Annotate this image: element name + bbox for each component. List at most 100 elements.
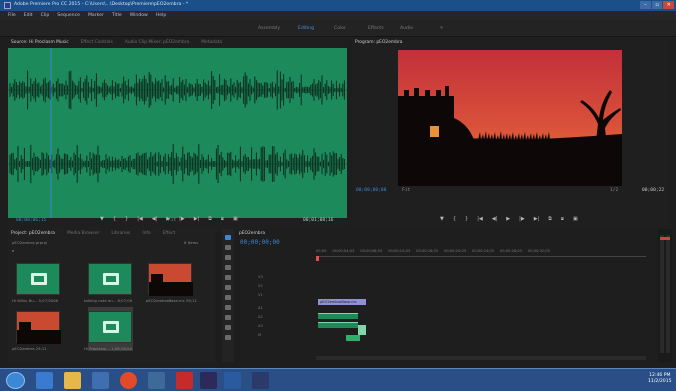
word-icon[interactable] xyxy=(224,372,241,389)
audio-clip[interactable] xyxy=(346,335,360,341)
mark-marker-button[interactable]: ▼ xyxy=(100,216,104,222)
pen-tool-icon[interactable] xyxy=(225,315,231,320)
program-resolution-dropdown[interactable]: 1/2 xyxy=(610,188,618,193)
app-red-icon[interactable] xyxy=(176,372,193,389)
project-item-thumbnail[interactable] xyxy=(16,263,60,295)
program-step-back-button[interactable]: ◀| xyxy=(492,216,498,222)
track-a1[interactable]: A1 xyxy=(240,306,660,313)
timeline-ruler[interactable]: 00;00 00;00;04;03 00;00;08;03 00;00;12;0… xyxy=(316,249,550,253)
rate-stretch-tool-icon[interactable] xyxy=(225,275,231,280)
tab-program[interactable]: Program: pEO2embra xyxy=(355,40,402,45)
close-button[interactable]: ✕ xyxy=(663,1,675,9)
start-button[interactable] xyxy=(6,372,25,389)
play-button[interactable]: ▶ xyxy=(166,216,170,222)
media-player-icon[interactable] xyxy=(92,372,109,389)
program-video-frame[interactable] xyxy=(398,50,622,186)
project-item-thumbnail[interactable] xyxy=(16,311,61,344)
step-forward-button[interactable]: |▶ xyxy=(179,216,185,222)
insert-button[interactable]: ⧉ xyxy=(208,216,212,222)
menu-sequence[interactable]: Sequence xyxy=(57,13,80,18)
zoom-tool-icon[interactable] xyxy=(225,335,231,340)
premiere-taskbar-icon[interactable] xyxy=(200,372,217,389)
menu-clip[interactable]: Clip xyxy=(41,13,50,18)
chrome-icon[interactable] xyxy=(120,372,137,389)
network-icon[interactable] xyxy=(148,372,165,389)
track-master[interactable]: M xyxy=(240,333,660,340)
lift-button[interactable]: ⧉ xyxy=(548,216,552,222)
program-mark-in-button[interactable]: { xyxy=(453,216,456,222)
program-fit-dropdown[interactable]: Fit xyxy=(402,188,410,193)
menu-file[interactable]: File xyxy=(8,13,16,18)
tab-media-browser[interactable]: Media Browser xyxy=(67,231,99,236)
export-frame-button[interactable]: ▣ xyxy=(233,216,238,222)
source-timecode-in[interactable]: 00;00;06;15 xyxy=(16,218,46,223)
workspace-audio[interactable]: Audio xyxy=(400,26,413,31)
track-a3[interactable]: A3 xyxy=(240,324,660,331)
mark-in-button[interactable]: { xyxy=(113,216,116,222)
taskbar-app-icon[interactable] xyxy=(252,372,269,389)
timeline-scrollbar[interactable] xyxy=(316,356,646,360)
selection-tool-icon[interactable] xyxy=(225,235,231,240)
minimize-button[interactable]: – xyxy=(640,1,651,9)
maximize-button[interactable]: ▫ xyxy=(651,1,663,9)
slip-tool-icon[interactable] xyxy=(225,295,231,300)
tab-sequence[interactable]: pEO2embra xyxy=(239,231,265,236)
go-to-in-button[interactable]: |◀ xyxy=(137,216,143,222)
track-a2[interactable]: A2 xyxy=(240,315,660,322)
audio-clip[interactable] xyxy=(358,325,366,335)
menu-help[interactable]: Help xyxy=(156,13,166,18)
tab-source[interactable]: Source: Hi Proclasm Music xyxy=(11,40,69,45)
menu-window[interactable]: Window xyxy=(130,13,148,18)
internet-explorer-icon[interactable] xyxy=(36,372,53,389)
track-v2[interactable]: V2 xyxy=(240,284,660,291)
tab-project[interactable]: Project: pEO2embra xyxy=(11,231,55,236)
menu-title[interactable]: Title xyxy=(112,13,122,18)
go-to-out-button[interactable]: ▶| xyxy=(194,216,200,222)
program-go-to-out-button[interactable]: ▶| xyxy=(534,216,540,222)
program-timecode[interactable]: 00;00;00;00 xyxy=(356,188,386,193)
project-item-thumbnail[interactable] xyxy=(88,311,132,343)
tab-info[interactable]: Info xyxy=(142,231,150,236)
ripple-edit-tool-icon[interactable] xyxy=(225,255,231,260)
video-clip[interactable]: pEO2embraBase.mc xyxy=(318,299,366,305)
timeline-timecode[interactable]: 00;00;00;00 xyxy=(240,239,280,246)
workspace-assembly[interactable]: Assembly xyxy=(258,26,280,31)
track-select-tool-icon[interactable] xyxy=(225,245,231,250)
timeline-playhead[interactable] xyxy=(316,256,319,261)
program-mark-out-button[interactable]: } xyxy=(465,216,468,222)
audio-waveform-display[interactable] xyxy=(8,48,347,218)
slide-tool-icon[interactable] xyxy=(225,305,231,310)
audio-clip[interactable] xyxy=(318,313,358,319)
extract-button[interactable]: ⧈ xyxy=(561,216,564,222)
workspace-effects[interactable]: Effects xyxy=(368,26,384,31)
workspace-overflow-button[interactable]: » xyxy=(440,25,443,31)
track-v3[interactable]: V3 xyxy=(240,275,660,282)
tab-audio-clip-mixer[interactable]: Audio Clip Mixer: pEO2embra xyxy=(125,40,189,45)
mark-out-button[interactable]: } xyxy=(125,216,128,222)
program-step-forward-button[interactable]: |▶ xyxy=(519,216,525,222)
workspace-editing[interactable]: Editing xyxy=(298,26,314,31)
tab-libraries[interactable]: Libraries xyxy=(111,231,130,236)
file-explorer-icon[interactable] xyxy=(64,372,81,389)
system-clock[interactable]: 12:46 PM 11/2/2015 xyxy=(648,373,672,385)
program-export-frame-button[interactable]: ▣ xyxy=(573,216,578,222)
program-go-to-in-button[interactable]: |◀ xyxy=(477,216,483,222)
menu-edit[interactable]: Edit xyxy=(24,13,33,18)
tab-effect-controls[interactable]: Effect Controls xyxy=(81,40,113,45)
track-v1[interactable]: V1 xyxy=(240,293,660,300)
search-icon[interactable]: ⌕ xyxy=(12,248,14,253)
tab-effects[interactable]: Effect xyxy=(163,231,176,236)
program-play-button[interactable]: ▶ xyxy=(506,216,510,222)
tab-metadata[interactable]: Metadata xyxy=(201,40,222,45)
overwrite-button[interactable]: ⧈ xyxy=(221,216,224,222)
project-item-thumbnail[interactable] xyxy=(148,263,193,296)
step-back-button[interactable]: ◀| xyxy=(152,216,158,222)
menu-marker[interactable]: Marker xyxy=(88,13,104,18)
audio-clip[interactable] xyxy=(318,322,358,328)
hand-tool-icon[interactable] xyxy=(225,325,231,330)
workspace-color[interactable]: Color xyxy=(334,26,346,31)
rolling-edit-tool-icon[interactable] xyxy=(225,265,231,270)
razor-tool-icon[interactable] xyxy=(225,285,231,290)
program-mark-marker-button[interactable]: ▼ xyxy=(440,216,444,222)
project-item-thumbnail[interactable] xyxy=(88,263,132,295)
